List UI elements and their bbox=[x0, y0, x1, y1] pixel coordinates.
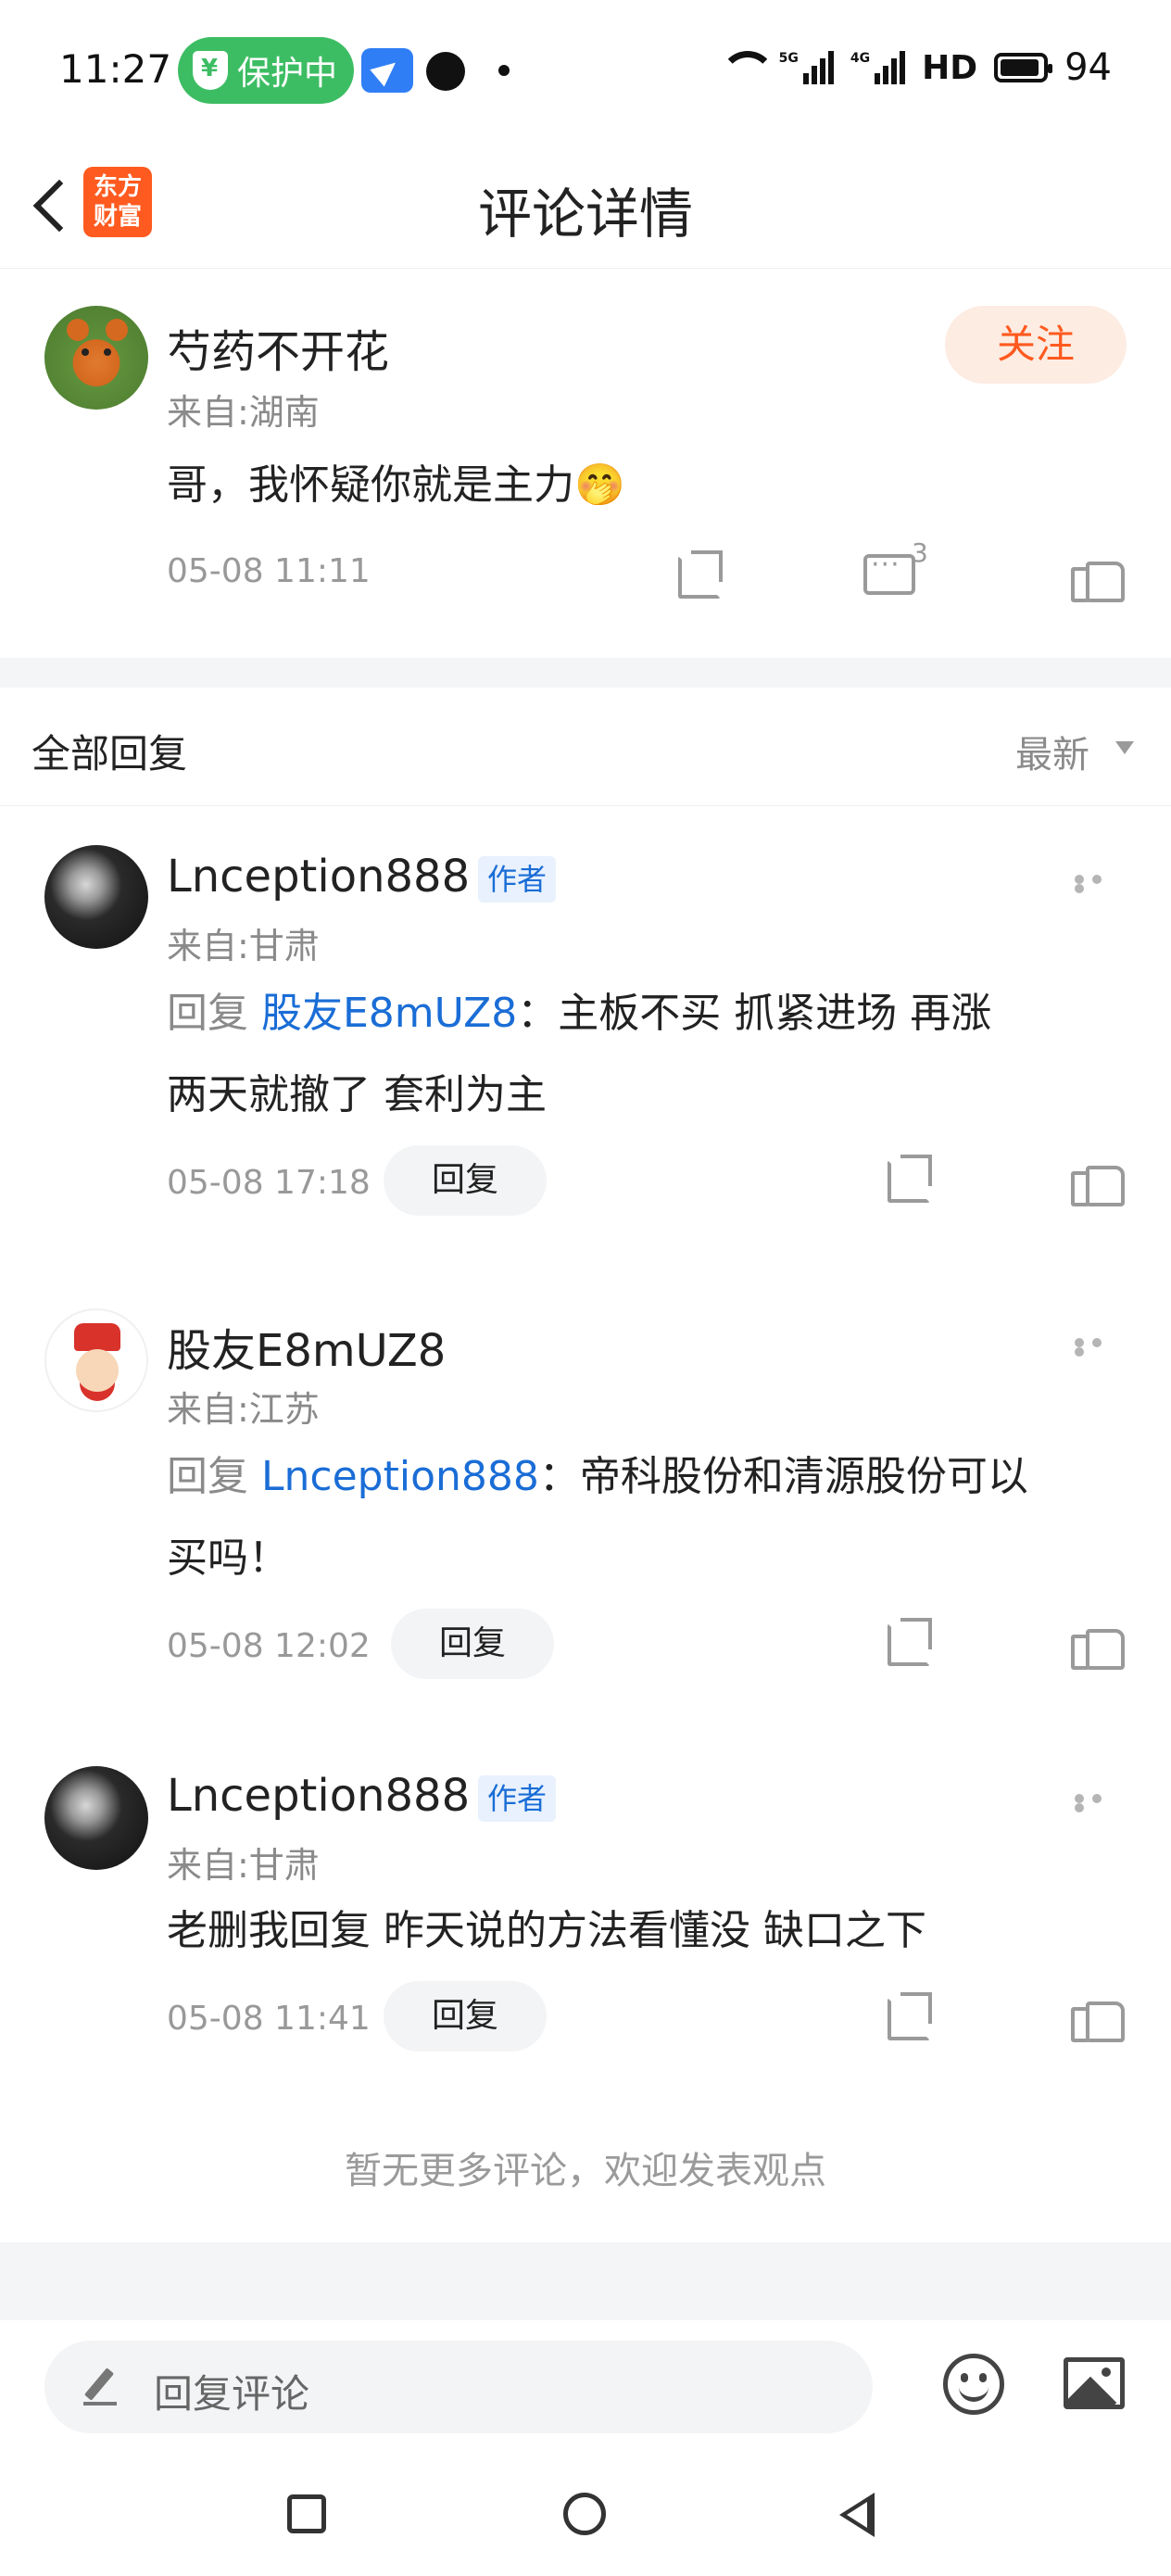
reply-timestamp: 05-08 11:41 bbox=[167, 2000, 371, 2038]
signal-5g-icon: 5G bbox=[779, 51, 834, 84]
like-icon[interactable] bbox=[1069, 545, 1125, 602]
sort-dropdown[interactable]: 最新 bbox=[1015, 725, 1089, 778]
share-icon[interactable] bbox=[882, 1614, 934, 1666]
reply-text: 老删我回复 昨天说的方法看懂没 缺口之下 bbox=[167, 1907, 926, 1954]
image-icon[interactable] bbox=[1064, 2357, 1125, 2409]
pencil-icon bbox=[83, 2367, 120, 2407]
reply-button[interactable]: 回复 bbox=[391, 1609, 555, 1679]
reply-location: 来自:甘肃 bbox=[167, 1845, 320, 1886]
more-options-icon[interactable] bbox=[1075, 1794, 1127, 1812]
protection-label: 保护中 bbox=[237, 55, 338, 93]
reply-input-bar: 回复评论 bbox=[0, 2320, 1171, 2452]
author-badge: 作者 bbox=[478, 1775, 557, 1822]
reply-username[interactable]: 股友E8mUZ8 bbox=[167, 1314, 446, 1379]
more-notifications-dot-icon bbox=[498, 65, 510, 76]
bottom-spacer bbox=[0, 2242, 1171, 2320]
no-more-comments-note: 暂无更多评论，欢迎发表观点 bbox=[345, 2150, 826, 2192]
reply-username[interactable]: Lnception888 bbox=[167, 851, 470, 903]
comment-timestamp: 05-08 11:11 bbox=[167, 552, 371, 590]
shield-icon bbox=[193, 51, 228, 90]
avatar[interactable] bbox=[44, 845, 148, 949]
hd-voice-indicator: HD bbox=[922, 48, 978, 87]
reply-button[interactable]: 回复 bbox=[384, 1981, 548, 2052]
section-divider bbox=[0, 658, 1171, 688]
more-options-icon[interactable] bbox=[1075, 1338, 1127, 1357]
share-icon[interactable] bbox=[673, 547, 724, 599]
emoji-icon[interactable] bbox=[943, 2354, 1004, 2415]
signal-4g-icon: 4G bbox=[850, 51, 906, 84]
status-time: 11:27 bbox=[59, 46, 172, 92]
avatar[interactable] bbox=[44, 306, 148, 410]
replies-section-header: 全部回复 最新 bbox=[0, 688, 1171, 806]
like-icon[interactable] bbox=[1069, 1985, 1125, 2042]
share-icon[interactable] bbox=[882, 1151, 934, 1203]
notification-app-icon bbox=[426, 52, 465, 91]
reply-input[interactable]: 回复评论 bbox=[44, 2341, 873, 2433]
protection-status-pill: 保护中 bbox=[178, 37, 354, 104]
reply-item: 股友E8mUZ8 来自:江苏 回复 Lnception888：帝科股份和清源股份… bbox=[0, 1269, 1171, 1733]
author-badge: 作者 bbox=[478, 856, 557, 903]
like-icon[interactable] bbox=[1069, 1149, 1125, 1206]
home-icon[interactable] bbox=[563, 2493, 606, 2535]
reply-button[interactable]: 回复 bbox=[384, 1145, 548, 1216]
status-bar: 11:27 保护中 5G 4G HD 94 bbox=[0, 0, 1171, 139]
reply-input-placeholder: 回复评论 bbox=[154, 2371, 310, 2417]
recent-apps-icon[interactable] bbox=[287, 2494, 326, 2533]
page-title: 评论详情 bbox=[477, 183, 693, 246]
reply-item: Lnception888 作者 来自:甘肃 回复 股友E8mUZ8：主板不买 抓… bbox=[0, 806, 1171, 1269]
navigation-app-icon bbox=[361, 48, 413, 93]
section-title: 全部回复 bbox=[31, 731, 188, 777]
follow-button[interactable]: 关注 bbox=[945, 306, 1127, 384]
like-icon[interactable] bbox=[1069, 1612, 1125, 1670]
comment-username[interactable]: 芍药不开花 bbox=[167, 315, 389, 380]
back-triangle-icon[interactable] bbox=[839, 2493, 875, 2537]
reply-item: Lnception888 作者 来自:甘肃 老删我回复 昨天说的方法看懂没 缺口… bbox=[0, 1733, 1171, 2122]
reply-location: 来自:甘肃 bbox=[167, 926, 320, 966]
reply-timestamp: 05-08 12:02 bbox=[167, 1627, 371, 1665]
wifi-icon bbox=[719, 51, 775, 84]
system-nav-bar bbox=[0, 2452, 1171, 2576]
comment-text: 哥，我怀疑你就是主力🤭 bbox=[167, 461, 625, 509]
page-header: 东方 财富 评论详情 bbox=[0, 139, 1171, 269]
caret-down-icon[interactable] bbox=[1115, 741, 1134, 754]
comment-location: 来自:湖南 bbox=[167, 392, 320, 433]
reply-text: 回复 Lnception888：帝科股份和清源股份可以 买吗！ bbox=[167, 1453, 1028, 1582]
reply-location: 来自:江苏 bbox=[167, 1389, 320, 1430]
avatar[interactable] bbox=[44, 1308, 148, 1412]
reply-text: 回复 股友E8mUZ8：主板不买 抓紧进场 再涨 两天就撤了 套利为主 bbox=[167, 990, 992, 1118]
status-indicators: 5G 4G HD 94 bbox=[719, 46, 1112, 89]
main-comment: 芍药不开花 来自:湖南 关注 哥，我怀疑你就是主力🤭 05-08 11:11 3 bbox=[0, 269, 1171, 658]
avatar[interactable] bbox=[44, 1766, 148, 1870]
reply-username[interactable]: Lnception888 bbox=[167, 1770, 470, 1822]
more-options-icon[interactable] bbox=[1075, 875, 1127, 893]
share-icon[interactable] bbox=[882, 1989, 934, 2040]
mention-link[interactable]: 股友E8mUZ8 bbox=[261, 990, 517, 1037]
mention-link[interactable]: Lnception888 bbox=[261, 1453, 539, 1500]
reply-count: 3 bbox=[912, 537, 928, 568]
comment-icon[interactable] bbox=[862, 547, 915, 599]
battery-percent: 94 bbox=[1064, 46, 1112, 89]
reply-timestamp: 05-08 17:18 bbox=[167, 1164, 371, 1202]
battery-icon bbox=[994, 53, 1053, 82]
battery-level-fill bbox=[1001, 59, 1039, 76]
